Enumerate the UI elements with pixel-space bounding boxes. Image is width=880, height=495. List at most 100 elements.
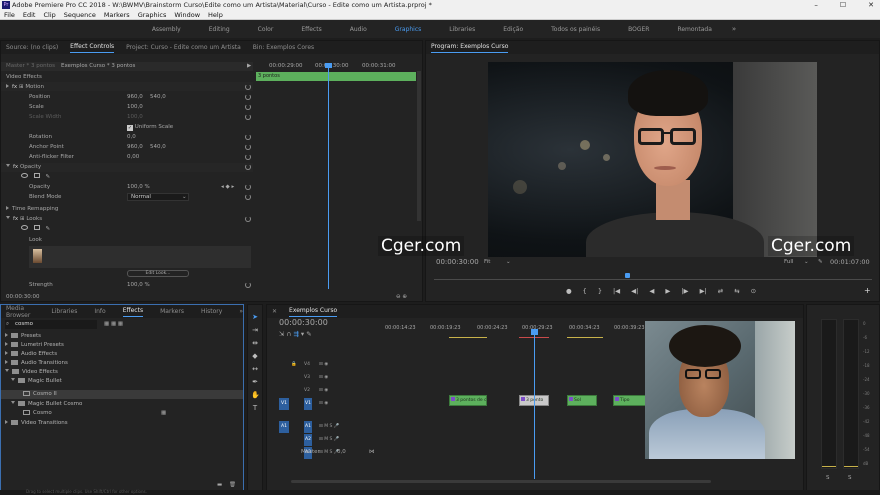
tab-markers[interactable]: Markers <box>160 308 184 315</box>
video-track-toggles[interactable]: ⊟ ◉ <box>319 359 328 371</box>
reset-motion-icon[interactable] <box>245 84 251 90</box>
workspace-overflow-button[interactable]: » <box>726 25 742 33</box>
fit-dropdown[interactable]: Fit ⌄ <box>484 259 512 267</box>
workspace-audio[interactable]: Audio <box>336 26 381 33</box>
audio-track-toggles[interactable]: ⊟ M S 🎤 <box>319 421 339 433</box>
opacity-effect[interactable]: fx Opacity <box>6 162 41 172</box>
anchor-y-value[interactable]: 540,0 <box>150 142 166 152</box>
workspace-boger[interactable]: BOGER <box>614 26 663 33</box>
timeline-clip[interactable]: Sol <box>567 395 597 406</box>
video-track-toggles[interactable]: ⊟ ◉ <box>319 372 328 384</box>
expand-icon[interactable] <box>6 206 9 210</box>
step-back-button[interactable]: ◀| <box>631 287 638 295</box>
workspace-libraries[interactable]: Libraries <box>435 26 489 33</box>
tree-item-presets[interactable]: Presets <box>5 332 41 341</box>
time-remapping[interactable]: Time Remapping <box>6 204 58 214</box>
timeline-scrollbar[interactable] <box>291 480 711 483</box>
effects-search-input[interactable]: cosmo <box>15 319 33 329</box>
master-clip-label[interactable]: Master * 3 pontos <box>6 61 55 71</box>
fx-opacity-icon[interactable]: fx <box>13 164 18 170</box>
strength-value[interactable]: 100,0 % <box>127 280 150 290</box>
workspace-edicao[interactable]: Edição <box>489 26 537 33</box>
menu-graphics[interactable]: Graphics <box>138 10 167 19</box>
ellipse-mask-icon[interactable] <box>21 225 28 230</box>
hand-tool-icon[interactable]: ✋ <box>251 391 260 399</box>
anti-flicker-value[interactable]: 0,00 <box>127 152 139 162</box>
fx-icon[interactable]: fx <box>12 84 17 90</box>
tab-program[interactable]: Program: Exemplos Curso <box>431 43 508 53</box>
tab-libraries[interactable]: Libraries <box>51 308 77 315</box>
tab-effects[interactable]: Effects <box>123 307 143 317</box>
panel-overflow-button[interactable]: » <box>239 308 243 315</box>
tab-history[interactable]: History <box>201 308 222 315</box>
track-a1-label[interactable]: A1 <box>304 421 312 433</box>
track-select-tool-icon[interactable]: ⇥ <box>251 326 259 334</box>
rect-mask-icon[interactable] <box>33 225 40 230</box>
scale-value[interactable]: 100,0 <box>127 102 143 112</box>
export-frame-button[interactable]: ⊙ <box>751 287 756 295</box>
close-sequence-icon[interactable]: ✕ <box>272 308 277 315</box>
master-track-value[interactable]: 0,0 <box>337 447 346 457</box>
motion-effect[interactable]: fx ⊞ Motion <box>6 82 44 92</box>
tab-sequence[interactable]: Exemplos Curso <box>289 307 337 317</box>
workspace-color[interactable]: Color <box>244 26 288 33</box>
timeline-clip[interactable]: 3 pontos de c <box>449 395 487 406</box>
tree-item-audio-transitions[interactable]: Audio Transitions <box>5 359 68 368</box>
blend-mode-select[interactable]: Normal ⌄ <box>127 193 189 201</box>
reset-looks-icon[interactable] <box>245 216 251 222</box>
reset-opacity-icon[interactable] <box>245 164 251 170</box>
pen-mask-icon[interactable]: ✎ <box>46 174 51 180</box>
rewind-button[interactable]: ◀ <box>649 287 654 295</box>
menu-window[interactable]: Window <box>174 10 200 19</box>
tree-item-magic-bullet[interactable]: Magic Bullet <box>11 377 62 386</box>
expand-icon[interactable] <box>5 351 8 355</box>
mark-out-button[interactable]: } <box>598 287 602 295</box>
extract-button[interactable]: ⇆ <box>734 287 739 295</box>
position-x-value[interactable]: 960,0 <box>127 92 143 102</box>
wrench-icon[interactable]: ✎ <box>818 257 823 267</box>
ripple-edit-tool-icon[interactable]: ⇹ <box>251 339 259 347</box>
tab-info[interactable]: Info <box>94 308 105 315</box>
menu-help[interactable]: Help <box>208 10 223 19</box>
workspace-editing[interactable]: Editing <box>195 26 244 33</box>
workspace-assembly[interactable]: Assembly <box>138 26 195 33</box>
tab-source[interactable]: Source: (no clips) <box>6 44 58 51</box>
source-a1-patch[interactable]: A1 <box>279 421 289 433</box>
go-to-in-button[interactable]: |◀ <box>613 287 620 295</box>
timeline-playhead[interactable] <box>534 329 535 479</box>
track-v3-label[interactable]: V3 <box>304 372 310 384</box>
slip-tool-icon[interactable]: ↔ <box>251 365 259 373</box>
ec-playhead[interactable] <box>328 63 329 289</box>
razor-tool-icon[interactable]: ◆ <box>251 352 259 360</box>
reset-blend-icon[interactable] <box>245 194 251 200</box>
tab-effect-controls[interactable]: Effect Controls <box>70 43 114 53</box>
ec-timecode[interactable]: 00:00:30:00 <box>6 292 40 302</box>
track-v4-label[interactable]: V4 <box>304 359 310 371</box>
button-editor-plus[interactable]: + <box>864 286 871 296</box>
expand-icon[interactable] <box>6 84 9 88</box>
reset-antiflicker-icon[interactable] <box>245 154 251 160</box>
anchor-x-value[interactable]: 960,0 <box>127 142 143 152</box>
ec-zoom-controls[interactable]: ⊖ ⊕ <box>396 292 407 302</box>
delete-icon[interactable]: 🗑 <box>229 480 236 490</box>
mark-in-button[interactable]: { <box>583 287 587 295</box>
sequence-clip-label[interactable]: Exemplos Curso * 3 pontos <box>61 61 135 71</box>
rotation-value[interactable]: 0,0 <box>127 132 136 142</box>
reset-scale-icon[interactable] <box>245 104 251 110</box>
source-v1-patch[interactable]: V1 <box>279 398 289 410</box>
play-button[interactable]: ▶ <box>665 287 670 295</box>
tree-item-cosmo-ii[interactable]: Cosmo II <box>23 390 57 399</box>
video-track-toggles[interactable]: ⊟ ◉ <box>319 385 328 397</box>
reset-scale-width-icon[interactable] <box>245 114 251 120</box>
reset-strength-icon[interactable] <box>245 282 251 288</box>
solo-right-button[interactable]: S <box>848 473 852 483</box>
menu-clip[interactable]: Clip <box>43 10 55 19</box>
solo-left-button[interactable]: S <box>826 473 830 483</box>
tree-item-video-transitions[interactable]: Video Transitions <box>5 419 68 428</box>
menu-file[interactable]: File <box>4 10 15 19</box>
look-preview[interactable] <box>29 246 251 268</box>
lift-button[interactable]: ⇄ <box>718 287 723 295</box>
menu-markers[interactable]: Markers <box>104 10 130 19</box>
lock-icons[interactable]: 🔒 <box>291 359 297 371</box>
reset-position-icon[interactable] <box>245 94 251 100</box>
